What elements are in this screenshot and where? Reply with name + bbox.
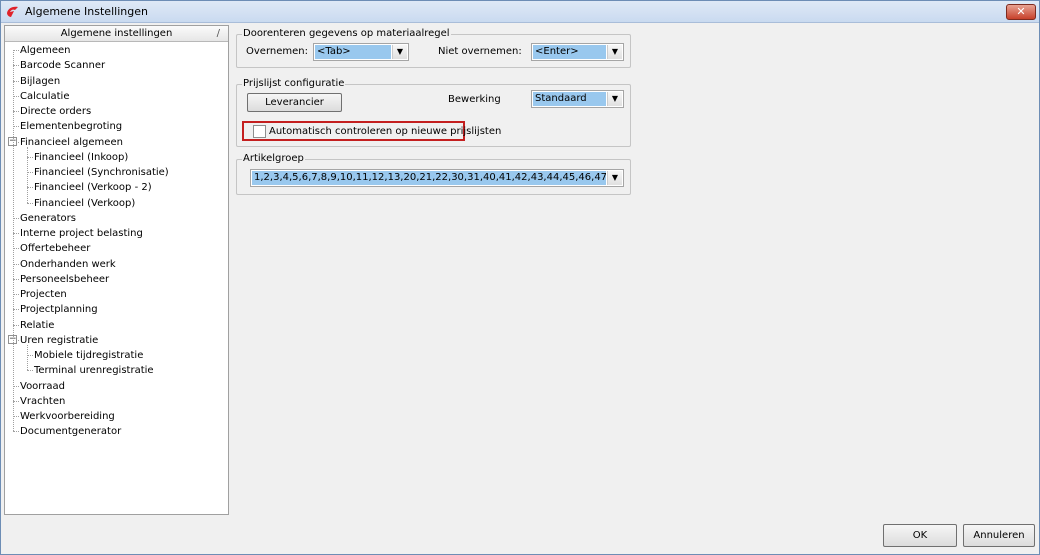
doorenteren-groupbox: Doorenteren gegevens op materiaalregel O… [236, 28, 631, 68]
prijslijst-title: Prijslijst configuratie [242, 78, 346, 90]
niet-overnemen-value: <Enter> [533, 45, 606, 59]
tree-column-header[interactable]: Algemene instellingen / [5, 26, 228, 42]
artikelgroep-select[interactable]: 1,2,3,4,5,6,7,8,9,10,11,12,13,20,21,22,3… [250, 169, 624, 187]
bewerking-value: Standaard [533, 92, 606, 106]
app-logo-icon [7, 6, 18, 17]
tree-connector [13, 431, 19, 433]
tree-item[interactable]: Offertebeheer [20, 241, 90, 256]
sort-indicator-icon: / [216, 28, 220, 39]
tree-item[interactable]: Relatie [20, 318, 54, 333]
settings-window: Algemene Instellingen ✕ Algemene instell… [0, 0, 1040, 555]
overnemen-value: <Tab> [315, 45, 391, 59]
auto-check-label[interactable]: Automatisch controleren op nieuwe prijsl… [269, 125, 501, 139]
tree-item[interactable]: Financieel (Synchronisatie) [34, 165, 169, 180]
tree-item[interactable]: Onderhanden werk [20, 257, 116, 272]
tree-item[interactable]: Projecten [20, 287, 67, 302]
leverancier-button-label: Leverancier [265, 97, 324, 108]
tree-item[interactable]: Werkvoorbereiding [20, 409, 115, 424]
tree-connector [27, 344, 28, 371]
overnemen-select[interactable]: <Tab> ▼ [313, 43, 409, 61]
tree-item[interactable]: Voorraad [20, 379, 65, 394]
cancel-button[interactable]: Annuleren [963, 524, 1035, 547]
tree-header-label: Algemene instellingen [60, 28, 173, 39]
niet-overnemen-select[interactable]: <Enter> ▼ [531, 43, 624, 61]
tree-item[interactable]: Vrachten [20, 394, 65, 409]
chevron-down-icon[interactable]: ▼ [607, 45, 622, 59]
tree-item[interactable]: Elementenbegroting [20, 119, 122, 134]
tree-item[interactable]: Barcode Scanner [20, 58, 105, 73]
tree-connector [27, 370, 33, 372]
close-button[interactable]: ✕ [1006, 4, 1036, 20]
tree-item[interactable]: Bijlagen [20, 74, 60, 89]
window-title: Algemene Instellingen [25, 5, 148, 18]
tree-item[interactable]: Financieel (Verkoop - 2) [34, 180, 152, 195]
artikelgroep-value: 1,2,3,4,5,6,7,8,9,10,11,12,13,20,21,22,3… [252, 171, 606, 185]
ok-button[interactable]: OK [883, 524, 957, 547]
settings-tree: Algemene instellingen / Algemeen Barcode … [4, 25, 229, 515]
tree-item[interactable]: Terminal urenregistratie [34, 363, 154, 378]
tree-connector [13, 50, 14, 432]
tree-connector [27, 202, 33, 204]
auto-check-checkbox[interactable] [253, 125, 266, 138]
tree-item[interactable]: Algemeen [20, 43, 71, 58]
tree-item[interactable]: Calculatie [20, 89, 69, 104]
tree-item[interactable]: Projectplanning [20, 302, 98, 317]
close-icon: ✕ [1016, 5, 1026, 18]
tree-item[interactable]: Financieel (Verkoop) [34, 196, 135, 211]
niet-overnemen-label: Niet overnemen: [438, 46, 522, 57]
bewerking-label: Bewerking [448, 94, 501, 105]
artikelgroep-title: Artikelgroep [242, 153, 305, 165]
chevron-down-icon[interactable]: ▼ [607, 92, 622, 106]
tree-item[interactable]: Directe orders [20, 104, 91, 119]
tree-item[interactable]: Interne project belasting [20, 226, 143, 241]
chevron-down-icon[interactable]: ▼ [392, 45, 407, 59]
dialog-footer: OK Annuleren [1, 517, 1039, 554]
title-bar: Algemene Instellingen ✕ [1, 1, 1039, 23]
tree-item[interactable]: Mobiele tijdregistratie [34, 348, 143, 363]
tree-connector [27, 146, 28, 203]
artikelgroep-groupbox: Artikelgroep 1,2,3,4,5,6,7,8,9,10,11,12,… [236, 153, 631, 195]
overnemen-label: Overnemen: [246, 46, 308, 57]
chevron-down-icon[interactable]: ▼ [607, 171, 622, 185]
tree-item[interactable]: Personeelsbeheer [20, 272, 109, 287]
tree-item[interactable]: Documentgenerator [20, 424, 121, 439]
cancel-button-label: Annuleren [973, 530, 1025, 541]
tree-item[interactable]: Generators [20, 211, 76, 226]
tree-item[interactable]: Uren registratie [20, 333, 98, 348]
ok-button-label: OK [912, 530, 928, 541]
doorenteren-title: Doorenteren gegevens op materiaalregel [242, 28, 451, 40]
tree-item[interactable]: Financieel (Inkoop) [34, 150, 128, 165]
bewerking-select[interactable]: Standaard ▼ [531, 90, 624, 108]
leverancier-button[interactable]: Leverancier [247, 93, 342, 112]
tree-item[interactable]: Financieel algemeen [20, 135, 123, 150]
